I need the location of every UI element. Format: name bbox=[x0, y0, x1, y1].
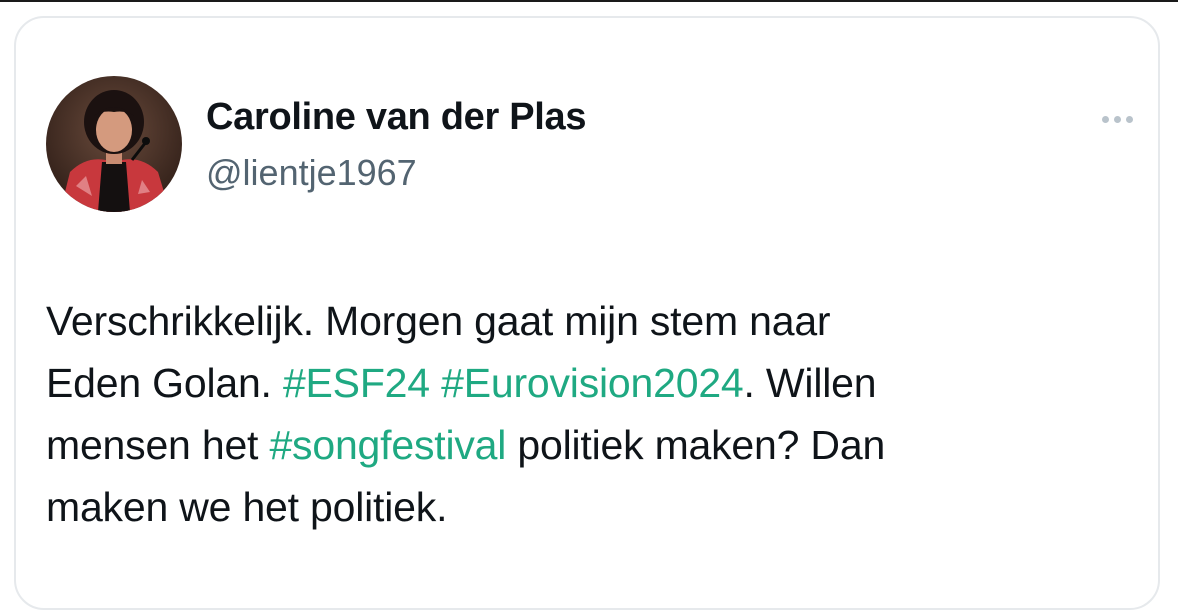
tweet-text: Verschrikkelijk. Morgen gaat mijn stem n… bbox=[46, 290, 1136, 538]
tweet-text-line: Eden Golan. #ESF24 #Eurovision2024. Will… bbox=[46, 352, 1136, 414]
top-divider bbox=[0, 0, 1178, 2]
more-horizontal-icon-dot bbox=[1125, 115, 1133, 123]
text-segment: Eden Golan. bbox=[46, 360, 283, 406]
hashtag-link-esf24[interactable]: #ESF24 bbox=[283, 360, 430, 406]
tweet-text-line: maken we het politiek. bbox=[46, 484, 448, 530]
avatar-photo bbox=[46, 76, 182, 212]
more-horizontal-icon-dot bbox=[1113, 115, 1121, 123]
hashtag-link-eurovision2024[interactable]: #Eurovision2024 bbox=[441, 360, 744, 406]
more-options-button[interactable] bbox=[1094, 106, 1140, 132]
tweet-text-line: Verschrikkelijk. Morgen gaat mijn stem n… bbox=[46, 298, 831, 344]
author-display-name[interactable]: Caroline van der Plas bbox=[206, 96, 587, 139]
text-segment: . Willen bbox=[743, 360, 877, 406]
tweet-text-line: mensen het #songfestival politiek maken?… bbox=[46, 414, 1136, 476]
text-segment: politiek maken? Dan bbox=[506, 422, 886, 468]
avatar[interactable] bbox=[46, 76, 182, 212]
tweet-card[interactable]: Caroline van der Plas @lientje1967 Versc… bbox=[14, 16, 1160, 610]
text-segment: mensen het bbox=[46, 422, 270, 468]
author-handle[interactable]: @lientje1967 bbox=[206, 152, 417, 194]
text-segment bbox=[430, 360, 441, 406]
more-horizontal-icon bbox=[1101, 115, 1109, 123]
hashtag-link-songfestival[interactable]: #songfestival bbox=[269, 422, 506, 468]
